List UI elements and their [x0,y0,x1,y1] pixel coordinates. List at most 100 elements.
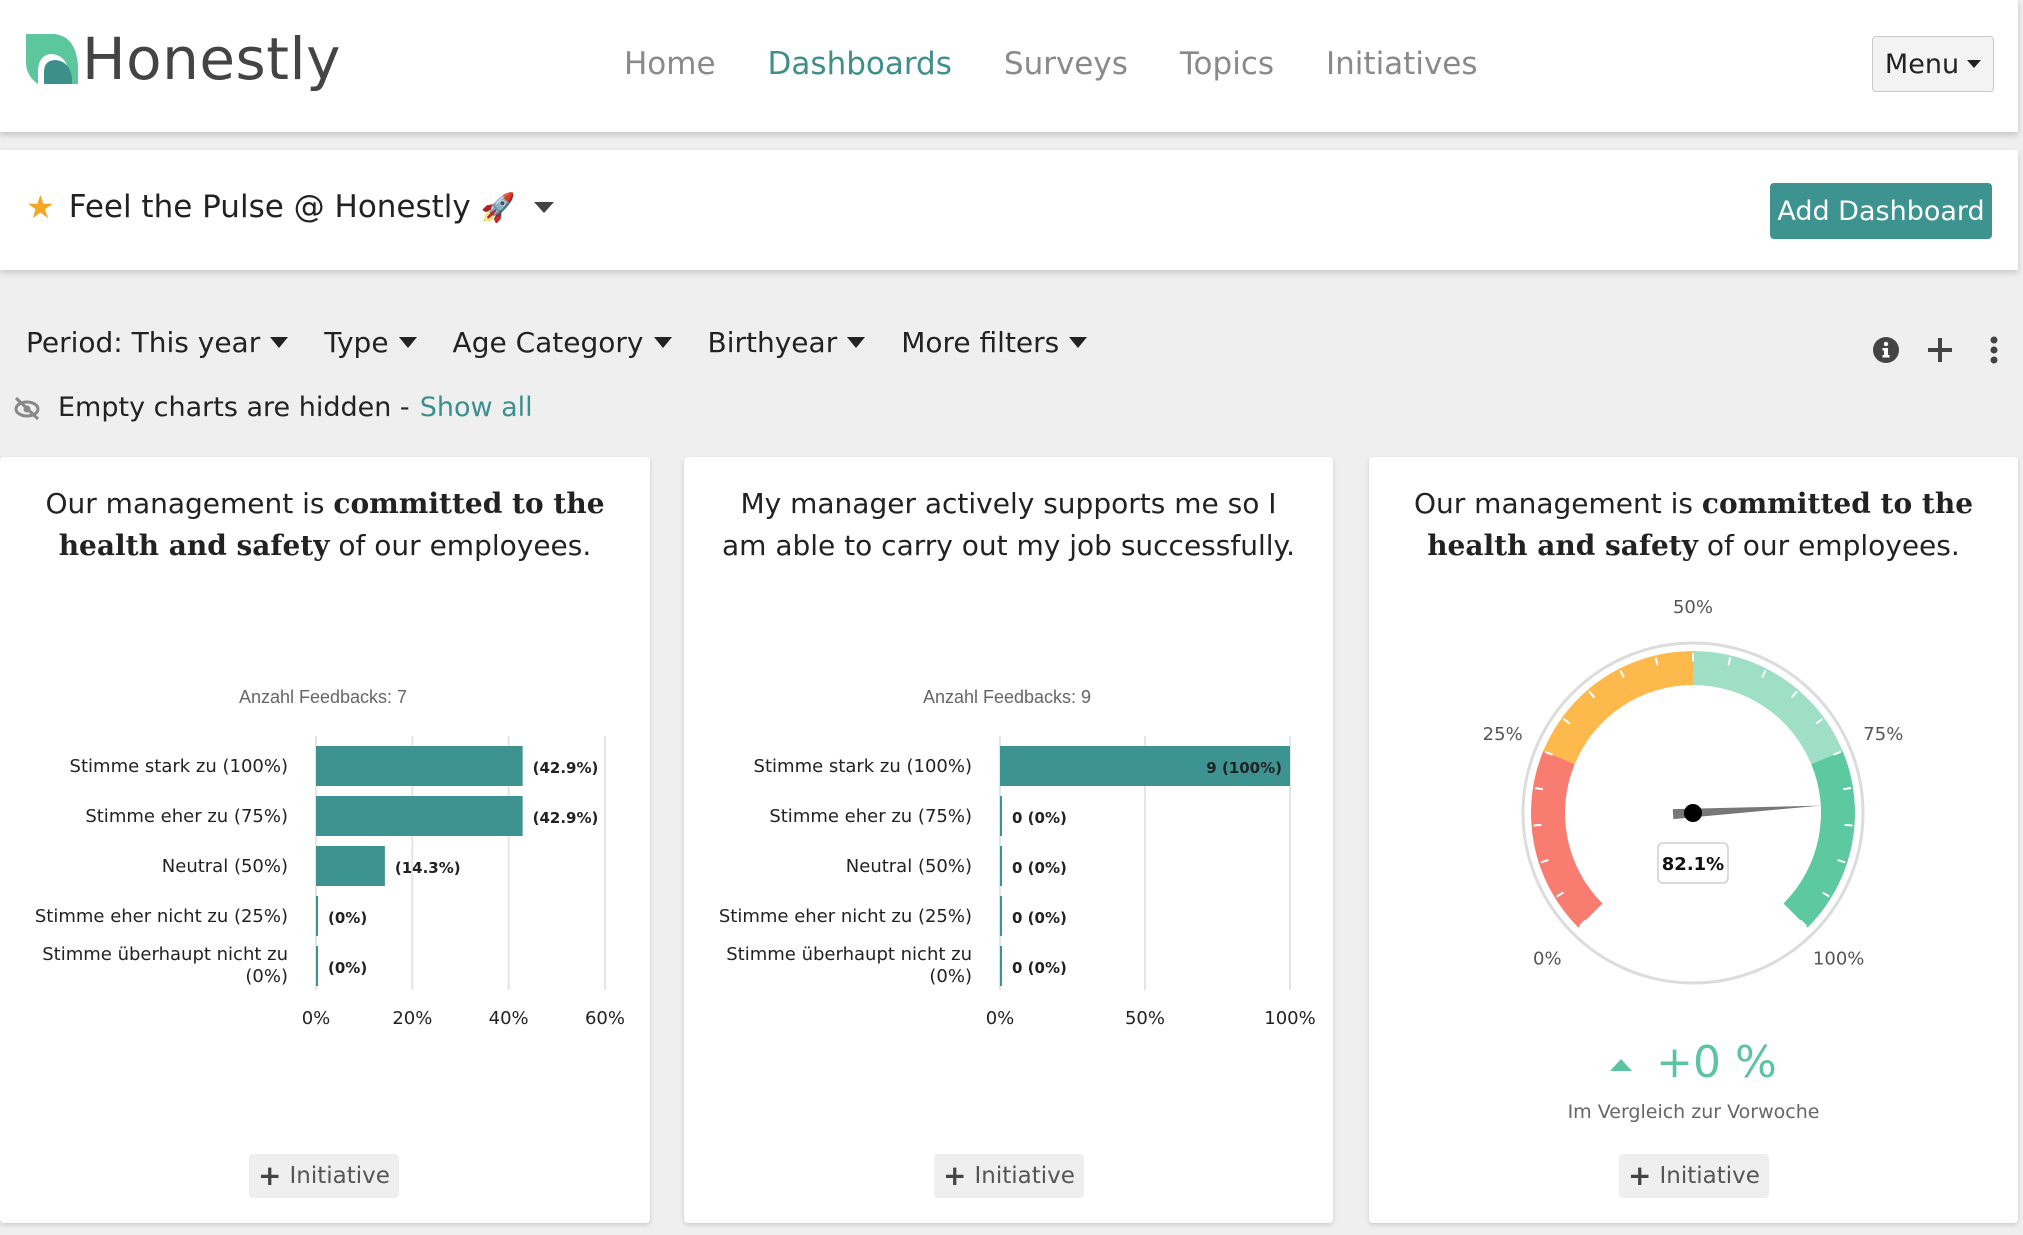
gauge-band [1783,751,1855,928]
filter-more[interactable]: More filters [901,326,1088,359]
filter-label: Birthyear [707,326,838,359]
menu-button[interactable]: Menu [1872,36,1994,92]
filter-bar: Period: This year Type Age Category Birt… [26,326,1088,359]
filter-period[interactable]: Period: This year [26,326,289,359]
category-label: Stimme eher zu (75%) [85,806,288,827]
filter-birthyear[interactable]: Birthyear [708,326,866,359]
data-label: 0 (0%) [1012,909,1067,927]
gauge-value-label: 82.1% [1662,854,1724,875]
main-nav: Home Dashboards Surveys Topics Initiativ… [624,46,1478,82]
top-navbar: Honestly Home Dashboards Surveys Topics … [0,0,2018,132]
caret-down-icon [398,337,417,348]
trend-indicator: +0 % [1369,1037,2018,1088]
x-tick-label: 0% [302,1008,331,1029]
gauge-band [1693,651,1843,765]
bar [316,896,318,936]
dashboard-title: Feel the Pulse @ Honestly [68,189,471,225]
add-dashboard-button[interactable]: Add Dashboard [1770,183,1992,239]
chart-card: Our management is committed to the healt… [0,457,650,1223]
caret-down-icon [1967,60,1982,68]
data-label: (42.9%) [533,759,599,777]
nav-initiatives[interactable]: Initiatives [1326,46,1478,82]
data-label: (42.9%) [533,809,599,827]
trend-value: +0 % [1656,1037,1777,1088]
filter-label: Age Category [452,326,644,359]
gauge-tick-label: 75% [1863,724,1903,745]
filter-type[interactable]: Type [324,326,417,359]
gauge-pivot [1684,804,1702,822]
chart-card: My manager actively supports me so I am … [684,457,1333,1223]
empty-charts-note: Empty charts are hidden - Show all [12,392,533,423]
info-icon[interactable] [1870,334,1902,366]
honestly-logo-icon [26,34,78,84]
nav-surveys[interactable]: Surveys [1004,46,1128,82]
dashboard-selector[interactable]: ★ Feel the Pulse @ Honestly 🚀 [26,188,554,226]
category-label: Neutral (50%) [162,856,288,877]
empty-charts-text: Empty charts are hidden - [58,392,410,423]
category-label: Stimme eher nicht zu (25%) [35,906,288,927]
bar [1000,896,1002,936]
menu-label: Menu [1884,48,1960,80]
bar [1000,796,1002,836]
filter-label: Type [324,326,389,359]
gauge-card: Our management is committed to the healt… [1369,457,2018,1223]
plus-icon: + [258,1159,282,1192]
bar [316,946,318,986]
nav-dashboards[interactable]: Dashboards [768,46,952,82]
category-label: Stimme überhaupt nicht zu [42,944,288,965]
gauge-tick [1842,786,1852,791]
data-label: (14.3%) [395,859,461,877]
add-initiative-button[interactable]: + Initiative [1619,1154,1769,1198]
filter-label: More filters [901,326,1060,359]
x-tick-label: 100% [1264,1008,1315,1029]
filter-age-category[interactable]: Age Category [453,326,672,359]
brand-logo[interactable]: Honestly [24,30,341,88]
data-label: 0 (0%) [1012,959,1067,977]
dashboard-tools [1870,334,2010,366]
category-label: Stimme stark zu (100%) [70,756,288,777]
category-label: Stimme überhaupt nicht zu [726,944,972,965]
gauge-tick-label: 50% [1673,597,1713,618]
data-label: (0%) [328,909,367,927]
dashboard-header: ★ Feel the Pulse @ Honestly 🚀 Add Dashbo… [0,150,2018,270]
initiative-label: Initiative [289,1163,390,1189]
show-all-link[interactable]: Show all [420,392,533,423]
data-label: 9 (100%) [1206,759,1282,777]
category-label: Stimme eher zu (75%) [769,806,972,827]
x-tick-label: 50% [1125,1008,1165,1029]
gauge-tick-label: 25% [1483,724,1523,745]
gauge-tick [1844,823,1853,827]
initiative-label: Initiative [1659,1163,1760,1189]
plus-icon[interactable] [1924,334,1956,366]
bar-chart: Anzahl Feedbacks: 7 0% 20% 40% 60% Stimme sta… [35,687,625,1029]
add-initiative-button[interactable]: + Initiative [934,1154,1084,1198]
more-vertical-icon[interactable] [1978,334,2010,366]
x-tick-label: 0% [986,1008,1015,1029]
bar [316,846,385,886]
x-tick-label: 20% [392,1008,432,1029]
nav-home[interactable]: Home [624,46,716,82]
gauge-tick [1534,786,1544,791]
bar [1000,946,1002,986]
nav-topics[interactable]: Topics [1180,46,1274,82]
data-label: 0 (0%) [1012,809,1067,827]
x-tick-label: 40% [489,1008,529,1029]
chart-title: Anzahl Feedbacks: 9 [923,687,1091,707]
gauge-tick [1533,823,1542,827]
brand-name: Honestly [82,25,341,93]
caret-down-icon[interactable] [533,201,554,213]
filter-label: Period: This year [26,326,261,359]
x-tick-label: 60% [585,1008,625,1029]
eye-slash-icon [14,396,40,420]
add-initiative-button[interactable]: + Initiative [249,1154,399,1198]
caret-down-icon [270,337,289,348]
star-icon[interactable]: ★ [26,188,55,226]
caret-down-icon [847,337,866,348]
bar [316,746,523,786]
caret-down-icon [653,337,672,348]
gauge-tick-label: 0% [1533,949,1562,970]
data-label: 0 (0%) [1012,859,1067,877]
caret-down-icon [1069,337,1088,348]
category-label: Stimme eher nicht zu (25%) [719,906,972,927]
initiative-label: Initiative [974,1163,1075,1189]
